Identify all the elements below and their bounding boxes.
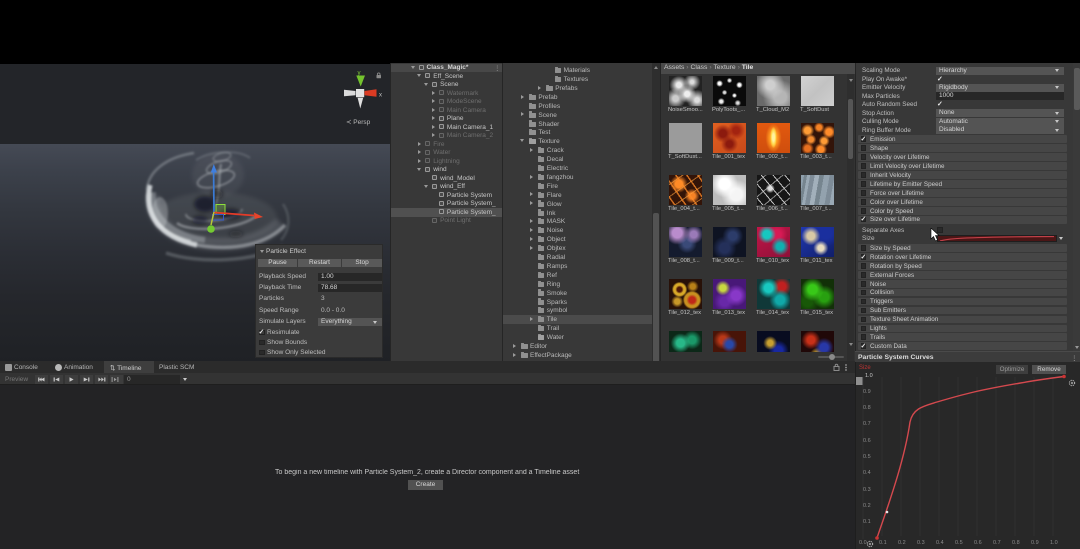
svg-text:≺ Persp: ≺ Persp <box>346 119 371 126</box>
svg-text:x: x <box>379 93 382 99</box>
